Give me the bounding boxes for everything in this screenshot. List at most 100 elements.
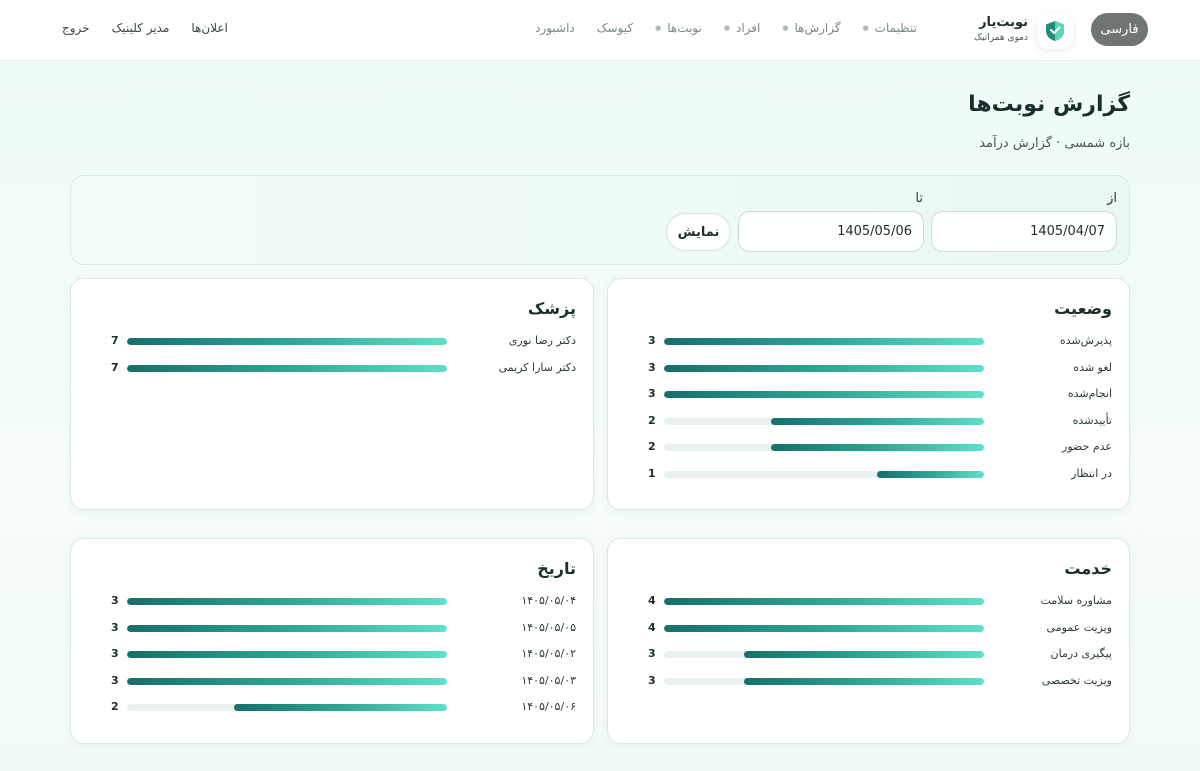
bar-row: ۱۴۰۵/۰۵/۰۲ 3 — [71, 646, 593, 662]
bar-row-label: ویزیت عمومی — [1046, 620, 1112, 634]
user-links: خروج مدیر کلینیک اعلان‌ها — [62, 21, 228, 35]
bar-row-label: انجام‌شده — [1067, 387, 1112, 401]
bar-track — [664, 651, 984, 659]
bar-fill — [127, 624, 447, 632]
bar-row-count: 7 — [111, 360, 119, 374]
nav-label: تنظیمات — [874, 21, 917, 35]
show-button[interactable]: نمایش — [666, 213, 731, 251]
bar-row-count: 7 — [111, 334, 119, 347]
bar-fill — [664, 338, 984, 345]
bar-row-count: 2 — [111, 700, 119, 714]
bar-fill — [770, 444, 984, 452]
bar-track — [127, 338, 447, 345]
notifications-link[interactable]: اعلان‌ها — [191, 21, 227, 35]
bar-track — [127, 624, 447, 632]
bar-row-label: مشاوره سلامت — [1040, 594, 1112, 607]
bar-row-label: در انتظار — [1071, 467, 1112, 480]
nav-item-dashboard[interactable]: داشبورد — [535, 21, 575, 35]
user-role-link[interactable]: مدیر کلینیک — [112, 21, 170, 35]
nav-item-kiosk[interactable]: کیوسک — [597, 21, 633, 35]
nav-item-appointments[interactable]: نوبت‌ها ● — [655, 21, 702, 35]
bar-row-label: پذیرش‌شده — [1059, 334, 1112, 347]
status-card: وضعیت پذیرش‌شده 3 لغو شده 3 انجام‌شده 3 تأییدش… — [607, 278, 1130, 510]
bar-fill — [127, 364, 447, 372]
bar-fill — [127, 598, 447, 605]
card-title: پزشک — [527, 299, 576, 318]
bar-row: تأییدشده 2 — [608, 413, 1129, 429]
bar-track — [664, 471, 984, 478]
bar-track — [664, 624, 984, 632]
card-title: تاریخ — [537, 559, 576, 578]
nav-item-reports[interactable]: گزارش‌ها ● — [782, 21, 840, 35]
bar-track — [664, 338, 984, 345]
dropdown-dot-icon: ● — [655, 24, 662, 32]
bar-row: پیگیری درمان 3 — [608, 646, 1129, 662]
language-button[interactable]: فارسی — [1091, 13, 1148, 46]
bar-row-count: 1 — [648, 467, 656, 480]
main-nav: داشبورد کیوسک نوبت‌ها ● افراد ● گزارش‌ها ● … — [513, 21, 917, 35]
bar-row-label: تأییدشده — [1072, 413, 1112, 427]
logout-link[interactable]: خروج — [62, 21, 90, 35]
nav-item-settings[interactable]: تنظیمات ● — [863, 21, 917, 35]
dropdown-dot-icon: ● — [862, 24, 869, 32]
bar-track — [664, 417, 984, 425]
card-title: خدمت — [1064, 559, 1112, 578]
bar-row-count: 3 — [648, 387, 656, 401]
bar-track — [664, 364, 984, 372]
from-label: از — [1107, 191, 1117, 206]
bar-fill — [664, 364, 984, 372]
bar-row: ویزیت عمومی 4 — [608, 620, 1129, 636]
bar-row: لغو شده 3 — [608, 360, 1129, 376]
bar-track — [664, 444, 984, 452]
card-title: وضعیت — [1054, 299, 1112, 318]
bar-row-label: عدم حضور — [1062, 440, 1112, 454]
bar-row-count: 4 — [648, 620, 656, 634]
bar-row-count: 3 — [111, 673, 119, 687]
bar-row-count: 3 — [111, 620, 119, 634]
bar-row: ۱۴۰۵/۰۵/۰۴ 3 — [71, 593, 593, 609]
bar-row-label: ۱۴۰۵/۰۵/۰۶ — [521, 700, 576, 714]
brand-title: نوبت‌یار — [979, 15, 1028, 30]
nav-item-people[interactable]: افراد ● — [724, 21, 760, 35]
dropdown-dot-icon: ● — [723, 24, 730, 32]
bar-row: عدم حضور 2 — [608, 439, 1129, 455]
bar-row: مشاوره سلامت 4 — [608, 593, 1129, 609]
bar-row: ۱۴۰۵/۰۵/۰۵ 3 — [71, 620, 593, 636]
service-card: خدمت مشاوره سلامت 4 ویزیت عمومی 4 پیگیری درم… — [607, 538, 1130, 744]
nav-label: افراد — [735, 21, 761, 35]
logo[interactable] — [1037, 13, 1073, 49]
bar-row-label: ۱۴۰۵/۰۵/۰۲ — [521, 647, 576, 661]
bar-fill — [770, 417, 984, 425]
bar-row-label: لغو شده — [1073, 360, 1112, 374]
bar-row-count: 3 — [648, 673, 656, 687]
to-date-input[interactable] — [738, 211, 924, 252]
bar-fill — [127, 651, 447, 659]
bar-fill — [127, 677, 447, 685]
brand-subtitle: دموی همراتیک — [973, 33, 1028, 43]
to-label: تا — [915, 191, 923, 206]
bar-row-count: 2 — [648, 440, 656, 454]
bar-track — [664, 677, 984, 685]
bar-row: پذیرش‌شده 3 — [608, 333, 1129, 349]
bar-row-label: ۱۴۰۵/۰۵/۰۴ — [521, 594, 576, 607]
bar-fill — [744, 651, 984, 659]
bar-track — [127, 598, 447, 605]
bar-row: انجام‌شده 3 — [608, 386, 1129, 402]
page-subtitle: بازه شمسی · گزارش درآمد — [979, 136, 1130, 151]
bar-row: دکتر سارا کریمی 7 — [71, 360, 593, 376]
bar-fill — [233, 704, 447, 712]
bar-row-count: 2 — [648, 413, 656, 427]
dropdown-dot-icon: ● — [782, 24, 789, 32]
doctor-card: پزشک دکتر رضا نوری 7 دکتر سارا کریمی 7 — [70, 278, 594, 510]
bar-fill — [877, 471, 984, 478]
bar-row-label: دکتر رضا نوری — [508, 334, 576, 347]
top-navbar: فارسی نوبت‌یار دموی همراتیک داشبورد کیوس… — [0, 0, 1200, 61]
shield-logo-icon — [1046, 21, 1064, 41]
from-date-input[interactable] — [931, 211, 1117, 252]
bar-row: ۱۴۰۵/۰۵/۰۶ 2 — [71, 699, 593, 715]
nav-label: گزارش‌ها — [794, 21, 841, 35]
bar-track — [127, 677, 447, 685]
bar-fill — [744, 677, 984, 685]
date-card: تاریخ ۱۴۰۵/۰۵/۰۴ 3 ۱۴۰۵/۰۵/۰۵ 3 ۱۴۰۵/۰۵/۰۲ 3 ۱… — [70, 538, 594, 744]
bar-row-label: ویزیت تخصصی — [1041, 673, 1112, 687]
